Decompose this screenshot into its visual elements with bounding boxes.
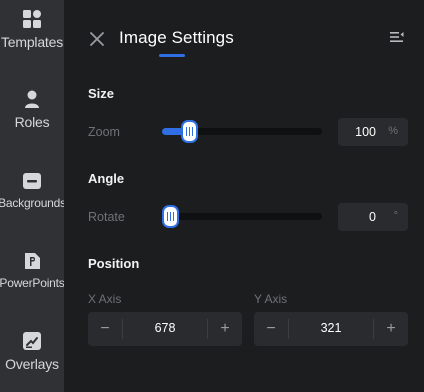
rotate-value: 0 [369,210,376,224]
app: Templates Roles Backgrounds PowerPoints … [0,0,424,392]
powerpoint-file-icon [22,251,42,271]
sidebar-item-label: Backgrounds [0,196,66,210]
rotate-slider-handle[interactable] [162,205,179,228]
position-section-title: Position [88,256,140,271]
size-section-title: Size [88,86,115,101]
y-decrement-button[interactable]: − [254,312,288,346]
panel-title: Image Settings [119,28,234,47]
y-axis-stepper: − 321 + [254,312,408,346]
zoom-unit: % [388,125,398,137]
x-axis-label: X Axis [88,292,122,306]
sidebar-item-label: Roles [14,114,50,130]
zoom-label: Zoom [88,125,120,139]
rotate-value-field[interactable]: 0 ° [338,203,408,231]
x-axis-input[interactable]: 678 [123,321,207,335]
sidebar-item-backgrounds[interactable]: Backgrounds [0,171,66,231]
y-increment-button[interactable]: + [374,312,408,346]
sidebar-item-label: PowerPoints [0,276,65,290]
title-underline [159,54,185,57]
close-icon[interactable] [88,30,106,48]
sidebar-item-label: Overlays [5,356,59,372]
sidebar-item-roles[interactable]: Roles [0,89,64,149]
image-settings-panel: Image Settings Size Zoom 100 % Angle Rot… [64,0,424,392]
rotate-label: Rotate [88,210,125,224]
rotate-unit: ° [393,210,398,222]
sidebar: Templates Roles Backgrounds PowerPoints … [0,0,66,392]
x-decrement-button[interactable]: − [88,312,122,346]
angle-section-title: Angle [88,171,125,186]
zoom-slider[interactable] [162,120,322,143]
person-icon [22,89,42,109]
overlay-icon [22,331,42,351]
sidebar-item-templates[interactable]: Templates [0,9,64,69]
sidebar-item-label: Templates [0,34,63,50]
list-collapse-icon[interactable] [390,30,404,44]
y-axis-label: Y Axis [254,292,288,306]
sidebar-item-powerpoints[interactable]: PowerPoints [0,251,65,311]
rotate-slider[interactable] [162,205,322,228]
x-axis-stepper: − 678 + [88,312,242,346]
sidebar-item-overlays[interactable]: Overlays [0,331,64,391]
background-icon [22,171,42,191]
zoom-slider-handle[interactable] [181,120,199,143]
grid-icon [22,9,42,29]
zoom-value-field[interactable]: 100 % [338,118,408,146]
x-increment-button[interactable]: + [208,312,242,346]
zoom-value: 100 [355,125,376,139]
y-axis-input[interactable]: 321 [289,321,373,335]
